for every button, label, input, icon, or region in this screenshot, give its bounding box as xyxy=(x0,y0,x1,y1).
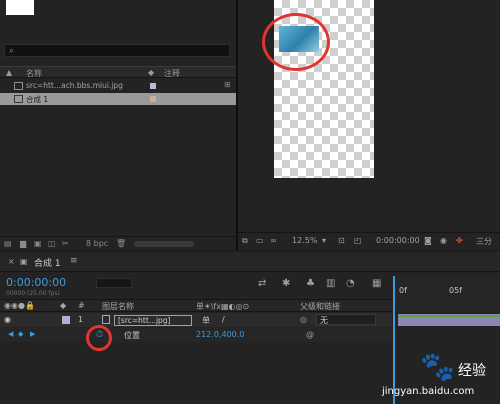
av-features-icon[interactable]: ◉◉●🔒 xyxy=(4,301,35,310)
layer-name-box[interactable]: [src=htt...jpg] xyxy=(114,315,192,326)
project-panel xyxy=(0,0,236,250)
new-folder-icon[interactable]: ▆ xyxy=(20,239,26,248)
layer-column-header: ◉◉●🔒 ◆ # 图层名称 单✶\fx▦◐◎⊙ 父级和链接 xyxy=(0,299,392,312)
timeline-search-input[interactable] xyxy=(96,278,132,288)
channels-icon[interactable]: ✤ xyxy=(456,236,463,245)
thumbnail-slider[interactable] xyxy=(134,241,194,247)
project-search-input[interactable]: ⌕ xyxy=(4,44,230,57)
project-thumbnail xyxy=(6,0,34,15)
layer-name: [src=htt...jpg] xyxy=(118,316,171,325)
composition-icon: ▣ xyxy=(20,257,28,266)
sort-icon[interactable]: ▲ xyxy=(6,68,12,77)
graph-editor-icon[interactable]: ▦ xyxy=(372,278,381,289)
keyframe-nav-right-icon[interactable]: ▶ xyxy=(30,330,35,338)
project-item-label: 合成 1 xyxy=(26,95,49,104)
column-name[interactable]: 名称 xyxy=(26,68,42,79)
layer-label-swatch[interactable] xyxy=(62,316,70,324)
delete-icon[interactable]: ✂ xyxy=(62,239,69,248)
show-snapshot-icon[interactable]: ◉ xyxy=(440,236,447,245)
layer-index: 1 xyxy=(78,315,84,324)
motion-blur-icon[interactable]: ◔ xyxy=(346,278,355,289)
property-name: 位置 xyxy=(124,331,140,340)
mask-icon[interactable]: ◰ xyxy=(354,236,362,245)
keyframe-diamond-icon[interactable]: ◆ xyxy=(18,330,23,338)
keyframe-nav-left-icon[interactable]: ◀ xyxy=(8,330,13,338)
always-preview-icon[interactable]: ⧉ xyxy=(242,236,248,246)
switch-shy[interactable]: 单 xyxy=(202,315,210,326)
render-queue-icon[interactable]: ◫ xyxy=(48,239,56,248)
switch-quality[interactable]: / xyxy=(222,315,225,324)
paw-logo-icon: 🐾 xyxy=(420,350,455,383)
view-layout-label[interactable]: 三分 xyxy=(476,236,492,247)
work-area-bar[interactable] xyxy=(398,315,500,317)
label-swatch[interactable] xyxy=(150,83,156,89)
fps-readout: 00000 (25.00 fps) xyxy=(6,290,60,297)
trash-icon[interactable]: 🗑 xyxy=(116,239,126,248)
footage-icon xyxy=(14,82,23,90)
annotation-circle xyxy=(86,325,112,351)
layer-row[interactable]: ◉ 1 单 / ◎ 无 xyxy=(0,313,392,327)
project-item-label: src=htt...ach.bbs.miui.jpg xyxy=(26,81,123,90)
ae-workspace: { "project": { "search_icon": "⌕", "col_… xyxy=(0,0,500,404)
zoom-level[interactable]: 12.5% xyxy=(292,236,317,245)
layer-name-column[interactable]: 图层名称 xyxy=(102,301,134,312)
column-comment[interactable]: 注释 xyxy=(164,68,180,79)
zoom-dropdown-icon[interactable]: ▾ xyxy=(322,236,326,245)
pickwhip-icon[interactable]: ◎ xyxy=(300,315,307,324)
project-column-header: ▲ 名称 ◆ 注释 xyxy=(0,66,236,78)
ruler-tick-05f: 05f xyxy=(449,286,462,295)
new-comp-icon[interactable]: ▣ xyxy=(34,239,42,248)
number-column[interactable]: # xyxy=(78,301,85,310)
label-swatch[interactable] xyxy=(150,96,156,102)
panel-menu-icon[interactable]: ≡ xyxy=(70,256,78,266)
snapshot-icon[interactable]: ◙ xyxy=(424,236,432,245)
baidu-watermark: 🐾 经验 jingyan.baidu.com xyxy=(380,348,500,404)
time-ruler[interactable]: 0f 05f xyxy=(393,276,500,312)
interpret-footage-icon[interactable]: ▤ xyxy=(4,239,12,248)
grid-icon[interactable]: ⊡ xyxy=(338,236,345,245)
project-item-comp[interactable]: 合成 1 xyxy=(0,93,236,105)
shy-icon[interactable]: ♣ xyxy=(306,278,315,289)
visibility-eye-icon[interactable]: ◉ xyxy=(4,315,11,324)
bit-depth-label[interactable]: 8 bpc xyxy=(86,239,108,248)
timeline-tab[interactable]: 合成 1 xyxy=(34,256,61,269)
label-icon[interactable]: ◆ xyxy=(148,68,154,77)
timeline-tab-bar: × ▣ 合成 1 ≡ xyxy=(0,252,500,272)
project-item-footage[interactable]: src=htt...ach.bbs.miui.jpg xyxy=(0,80,236,92)
search-icon: ⌕ xyxy=(9,46,15,56)
close-icon[interactable]: × xyxy=(8,257,15,266)
footage-icon xyxy=(102,315,110,324)
timeline-timecode[interactable]: 0:00:00:00 xyxy=(6,276,66,289)
comp-mini-flowchart-icon[interactable]: ⇄ xyxy=(258,278,266,289)
switches-column[interactable]: 单✶\fx▦◐◎⊙ xyxy=(196,301,249,312)
ruler-tick-0f: 0f xyxy=(399,286,407,295)
monitor-icon[interactable]: ▭ xyxy=(256,236,264,245)
position-property-row[interactable]: ◀ ◆ ▶ ⏱ 位置 212.0,400.0 @ xyxy=(0,328,392,342)
expression-pickwhip-icon[interactable]: @ xyxy=(306,330,314,339)
frame-blending-icon[interactable]: ▥ xyxy=(326,278,335,289)
position-value[interactable]: 212.0,400.0 xyxy=(196,330,244,339)
viewer-toolbar: ⧉ ▭ ∞ 12.5% ▾ ⊡ ◰ 0:00:00:00 ◙ ◉ ✤ 三分 xyxy=(238,232,500,250)
annotation-circle xyxy=(262,13,330,71)
project-footer-bar: ▤ ▆ ▣ ◫ ✂ 8 bpc 🗑 xyxy=(0,236,236,250)
viewer-timecode[interactable]: 0:00:00:00 xyxy=(376,236,420,245)
composition-icon xyxy=(14,95,23,103)
watermark-url: jingyan.baidu.com xyxy=(382,386,475,397)
watermark-brand: 经验 xyxy=(458,363,486,379)
vr-icon[interactable]: ∞ xyxy=(270,236,277,245)
parent-value: 无 xyxy=(320,316,328,325)
draft-3d-icon[interactable]: ✱ xyxy=(282,278,290,289)
flowchart-icon[interactable]: ⊞ xyxy=(224,80,231,89)
parent-link-column[interactable]: 父级和链接 xyxy=(300,301,340,312)
label-column-icon[interactable]: ◆ xyxy=(60,301,66,310)
